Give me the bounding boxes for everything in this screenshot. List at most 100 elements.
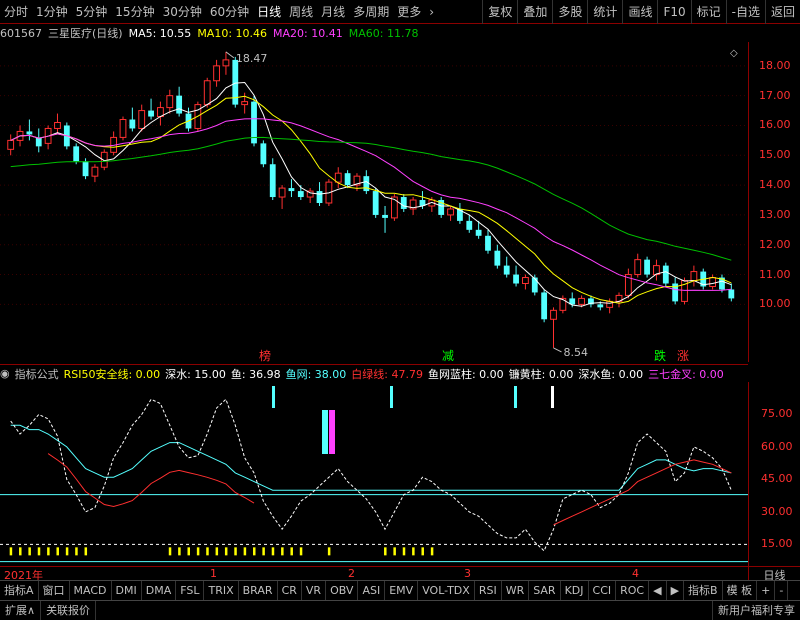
candle-up[interactable] [54,122,61,129]
period-tab-10[interactable]: 更多 [393,0,425,24]
candle-up[interactable] [166,95,174,109]
indicator-tab-0[interactable]: 指标A [0,581,39,600]
toolbar-action-2[interactable]: 多股 [552,0,587,24]
toolbar-action-3[interactable]: 统计 [587,0,622,24]
candle-down[interactable] [372,191,379,215]
indicator-chart[interactable] [0,382,748,566]
period-tab-0[interactable]: 分时 [0,0,32,24]
period-tab-2[interactable]: 5分钟 [72,0,112,24]
indicator-tab-8[interactable]: CR [278,581,302,600]
candle-down[interactable] [644,259,650,275]
indicator-tab-14[interactable]: RSI [475,581,502,600]
indicator-tab-6[interactable]: TRIX [204,581,239,600]
toolbar-action-8[interactable]: 返回 [764,0,800,24]
indicator-tab-24[interactable]: + [757,581,776,600]
candle-down[interactable] [344,173,351,186]
indicator-tab-10[interactable]: OBV [326,581,359,600]
period-label[interactable]: 日线 [748,566,800,582]
candle-down[interactable] [176,95,183,114]
candle-down[interactable] [541,292,548,320]
candle-down[interactable] [728,289,735,299]
candle-up[interactable] [709,277,717,287]
candle-down[interactable] [513,274,519,284]
period-tab-6[interactable]: 日线 [253,0,285,24]
candle-up[interactable] [578,297,585,305]
candle-down[interactable] [288,188,295,192]
indicator-tab-13[interactable]: VOL-TDX [418,581,475,600]
indicator-name[interactable]: 指标公式 [15,366,59,382]
candle-down[interactable] [485,235,491,251]
toolbar-action-4[interactable]: 画线 [622,0,657,24]
candle-up[interactable] [334,172,342,183]
indicator-tab-20[interactable]: ◀ [649,581,667,600]
indicator-tab-18[interactable]: CCI [589,581,617,600]
indicator-tab-15[interactable]: WR [502,581,530,600]
candle-down[interactable] [531,277,538,293]
indicator-tab-5[interactable]: FSL [176,581,205,600]
indicator-tab-1[interactable]: 窗口 [39,581,70,600]
candle-down[interactable] [297,191,304,198]
candle-down[interactable] [503,265,510,275]
period-tab-8[interactable]: 月线 [317,0,349,24]
toolbar-action-6[interactable]: 标记 [690,0,726,24]
candle-up[interactable] [119,119,127,138]
more-chevron-icon[interactable]: › [425,0,438,24]
indicator-tab-11[interactable]: ASI [358,581,386,600]
candle-down[interactable] [382,214,388,218]
candle-down[interactable] [466,220,473,230]
candle-up[interactable] [278,187,286,198]
candle-up[interactable] [203,80,211,106]
indicator-tab-17[interactable]: KDJ [561,581,589,600]
candle-up[interactable] [213,65,220,82]
period-tab-1[interactable]: 1分钟 [32,0,72,24]
candle-down[interactable] [475,229,482,236]
candle-up[interactable] [390,196,398,219]
candle-up[interactable] [634,259,642,276]
candle-up[interactable] [241,101,249,106]
indicator-tab-12[interactable]: EMV [385,581,419,600]
candle-up[interactable] [690,271,698,282]
candle-up[interactable] [138,110,146,129]
candle-down[interactable] [73,146,80,162]
promo-link[interactable]: 新用户福利专享 [712,600,800,620]
indicator-settings-icon[interactable]: ◉ [0,367,10,380]
period-tab-3[interactable]: 15分钟 [111,0,158,24]
status-left-1[interactable]: 关联报价 [41,600,97,620]
diamond-icon[interactable]: ◇ [730,48,738,59]
candle-up[interactable] [447,208,454,216]
candle-down[interactable] [662,265,669,284]
indicator-tab-9[interactable]: VR [302,581,327,600]
candle-down[interactable] [494,250,501,266]
candle-down[interactable] [148,110,154,117]
period-tab-9[interactable]: 多周期 [349,0,393,24]
indicator-tab-22[interactable]: 指标B [684,581,723,600]
indicator-tab-16[interactable]: SAR [529,581,561,600]
candle-up[interactable] [91,166,99,177]
indicator-tab-21[interactable]: ▶ [667,581,685,600]
indicator-tab-23[interactable]: 模 板 [723,581,758,600]
toolbar-action-5[interactable]: F10 [657,0,690,24]
period-tab-4[interactable]: 30分钟 [159,0,206,24]
candle-down[interactable] [260,143,267,165]
candle-down[interactable] [269,164,276,198]
status-left-0[interactable]: 扩展∧ [0,600,42,620]
candle-down[interactable] [35,137,42,147]
candle-down[interactable] [400,197,407,209]
candlestick-chart[interactable]: 18.47 8.54 榜 减 跌涨 ◇ [0,42,748,364]
candle-down[interactable] [316,191,323,203]
candle-down[interactable] [129,119,136,129]
indicator-tab-2[interactable]: MACD [70,581,112,600]
candle-down[interactable] [597,304,604,308]
candle-up[interactable] [550,309,557,320]
candle-down[interactable] [26,131,33,135]
toolbar-action-7[interactable]: -自选 [725,0,765,24]
period-tab-7[interactable]: 周线 [285,0,317,24]
toolbar-action-0[interactable]: 复权 [482,0,517,24]
toolbar-action-1[interactable]: 叠加 [517,0,552,24]
indicator-tab-7[interactable]: BRAR [239,581,278,600]
indicator-tab-3[interactable]: DMI [112,581,142,600]
candle-up[interactable] [222,59,230,67]
candle-down[interactable] [82,161,89,177]
period-tab-5[interactable]: 60分钟 [206,0,253,24]
indicator-tab-4[interactable]: DMA [142,581,177,600]
